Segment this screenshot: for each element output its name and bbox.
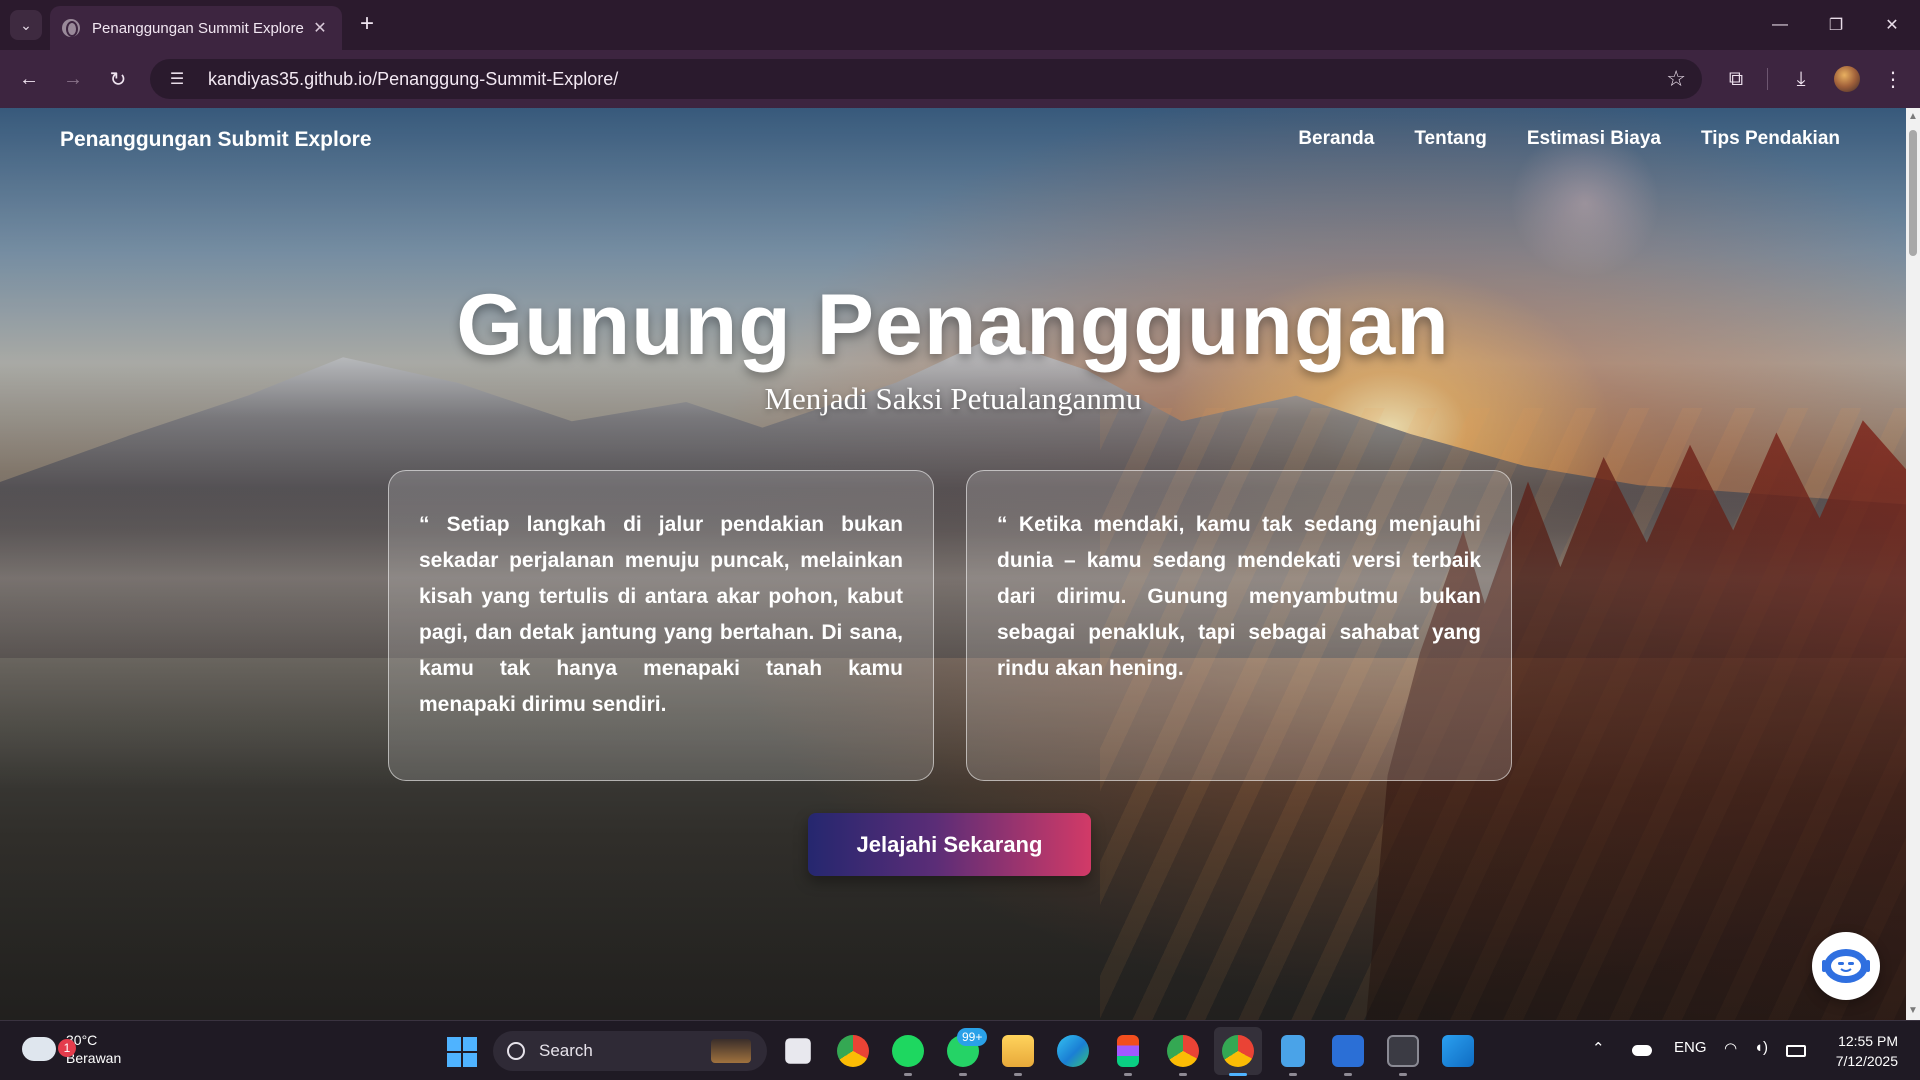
active-indicator (1229, 1073, 1247, 1076)
chevron-up-icon[interactable]: ⌃ (1592, 1039, 1605, 1057)
whatsapp-badge: 99+ (957, 1028, 988, 1046)
arrow-left-icon: ← (19, 67, 39, 90)
new-tab-button[interactable]: + (354, 12, 380, 38)
scroll-up-arrow-icon[interactable]: ▲ (1908, 112, 1918, 122)
chrome-profile-icon[interactable] (1167, 1035, 1199, 1067)
web-page: Penanggungan Submit Explore Beranda Tent… (0, 108, 1906, 1020)
chrome-icon[interactable] (837, 1035, 869, 1067)
figma-icon[interactable] (1117, 1035, 1139, 1067)
cloud-icon (22, 1037, 56, 1061)
start-button[interactable] (447, 1037, 477, 1067)
browser-tab-bar: ⌄ Penanggungan Summit Explore ✕ + — ❐ ✕ (0, 0, 1920, 50)
bookmark-star-icon[interactable]: ☆ (1666, 66, 1686, 92)
hero-subtitle: Menjadi Saksi Petualanganmu (764, 381, 1142, 416)
browser-menu-button[interactable]: ⋮ (1878, 64, 1908, 94)
running-indicator (959, 1073, 967, 1076)
taskbar-search[interactable]: Search (493, 1031, 767, 1071)
clock-time: 12:55 PM (1838, 1033, 1898, 1049)
scroll-down-arrow-icon[interactable]: ▼ (1908, 1006, 1918, 1016)
quote-card: “ Setiap langkah di jalur pendakian buka… (388, 470, 934, 781)
nav-link-tentang[interactable]: Tentang (1414, 128, 1486, 150)
file-explorer-icon[interactable] (1002, 1035, 1034, 1067)
chrome-active-icon[interactable] (1222, 1035, 1254, 1067)
toolbar-divider (1767, 68, 1768, 90)
nav-link-tips-pendakian[interactable]: Tips Pendakian (1701, 128, 1840, 150)
quote-text: “ Setiap langkah di jalur pendakian buka… (419, 513, 903, 716)
arrow-right-icon: → (63, 67, 83, 90)
browser-tab[interactable]: Penanggungan Summit Explore ✕ (50, 6, 342, 50)
running-indicator (1179, 1073, 1187, 1076)
browser-toolbar: ← → ↻ ☰ kandiyas35.github.io/Penanggung-… (0, 50, 1920, 108)
running-indicator (1014, 1073, 1022, 1076)
running-indicator (1399, 1073, 1407, 1076)
windows-logo-icon (447, 1037, 461, 1051)
tab-search-button[interactable]: ⌄ (10, 10, 42, 40)
address-bar[interactable]: ☰ kandiyas35.github.io/Penanggung-Summit… (150, 59, 1702, 99)
more-vertical-icon: ⋮ (1883, 68, 1903, 91)
battery-icon[interactable] (1786, 1045, 1806, 1057)
running-indicator (1344, 1073, 1352, 1076)
scrollbar-thumb[interactable] (1909, 130, 1917, 256)
globe-icon (62, 19, 80, 37)
page-scrollbar[interactable]: ▲ ▼ (1906, 108, 1920, 1020)
wifi-icon[interactable]: ◠ (1724, 1039, 1737, 1057)
hero-title: Gunung Penanggungan (456, 277, 1450, 373)
spotify-icon[interactable] (892, 1035, 924, 1067)
terminal-icon[interactable] (1387, 1035, 1419, 1067)
explore-now-button[interactable]: Jelajahi Sekarang (808, 813, 1091, 876)
chatbot-icon (1822, 949, 1870, 983)
minimize-button[interactable]: — (1752, 0, 1808, 50)
quote-card: “ Ketika mendaki, kamu tak sedang menjau… (966, 470, 1512, 781)
reload-icon: ↻ (109, 68, 127, 91)
notepad-icon[interactable] (1281, 1035, 1305, 1067)
extensions-button[interactable]: ⧉ (1721, 64, 1751, 94)
forward-button[interactable]: → (58, 64, 88, 94)
site-info-icon[interactable]: ☰ (166, 68, 188, 90)
task-view-icon[interactable] (785, 1038, 811, 1064)
restore-button[interactable]: ❐ (1808, 0, 1864, 50)
search-placeholder: Search (539, 1041, 593, 1060)
running-indicator (904, 1073, 912, 1076)
volume-icon[interactable]: ◖) (1754, 1039, 1768, 1056)
puzzle-icon: ⧉ (1728, 67, 1744, 90)
url-text[interactable]: kandiyas35.github.io/Penanggung-Summit-E… (208, 69, 1666, 90)
tab-title: Penanggungan Summit Explore (92, 19, 304, 37)
back-button[interactable]: ← (14, 64, 44, 94)
vs-app-icon[interactable] (1332, 1035, 1364, 1067)
nav-link-beranda[interactable]: Beranda (1298, 128, 1374, 150)
nav-link-estimasi-biaya[interactable]: Estimasi Biaya (1527, 128, 1661, 150)
window-controls: — ❐ ✕ (1752, 0, 1920, 50)
weather-widget[interactable]: 1 30°C Berawan (22, 1031, 121, 1067)
chatbot-button[interactable] (1812, 932, 1880, 1000)
close-tab-icon[interactable]: ✕ (310, 18, 330, 38)
background-overlay (0, 108, 1906, 1020)
clock-date: 7/12/2025 (1835, 1053, 1898, 1069)
edge-icon[interactable] (1057, 1035, 1089, 1067)
close-window-button[interactable]: ✕ (1864, 0, 1920, 50)
site-navbar: Penanggungan Submit Explore Beranda Tent… (0, 108, 1906, 172)
reload-button[interactable]: ↻ (103, 64, 133, 94)
site-brand[interactable]: Penanggungan Submit Explore (60, 128, 372, 152)
download-icon: ⤓ (1796, 67, 1806, 90)
profile-avatar[interactable] (1834, 66, 1860, 92)
downloads-button[interactable]: ⤓ (1786, 64, 1816, 94)
running-indicator (1289, 1073, 1297, 1076)
onedrive-cloud-icon[interactable] (1632, 1045, 1652, 1056)
system-clock[interactable]: 12:55 PM 7/12/2025 (1836, 1031, 1898, 1071)
quote-text: “ Ketika mendaki, kamu tak sedang menjau… (997, 513, 1481, 680)
vscode-icon[interactable] (1442, 1035, 1474, 1067)
language-indicator[interactable]: ENG (1674, 1039, 1707, 1056)
running-indicator (1124, 1073, 1132, 1076)
weather-badge: 1 (58, 1039, 76, 1057)
site-menu: Beranda Tentang Estimasi Biaya Tips Pend… (1298, 128, 1840, 150)
search-icon (507, 1042, 525, 1060)
chevron-down-icon: ⌄ (20, 16, 32, 33)
windows-taskbar: 1 30°C Berawan Search 99+ ⌃ ENG ◠ ◖) 12:… (0, 1020, 1920, 1080)
search-highlight-image (711, 1039, 751, 1063)
